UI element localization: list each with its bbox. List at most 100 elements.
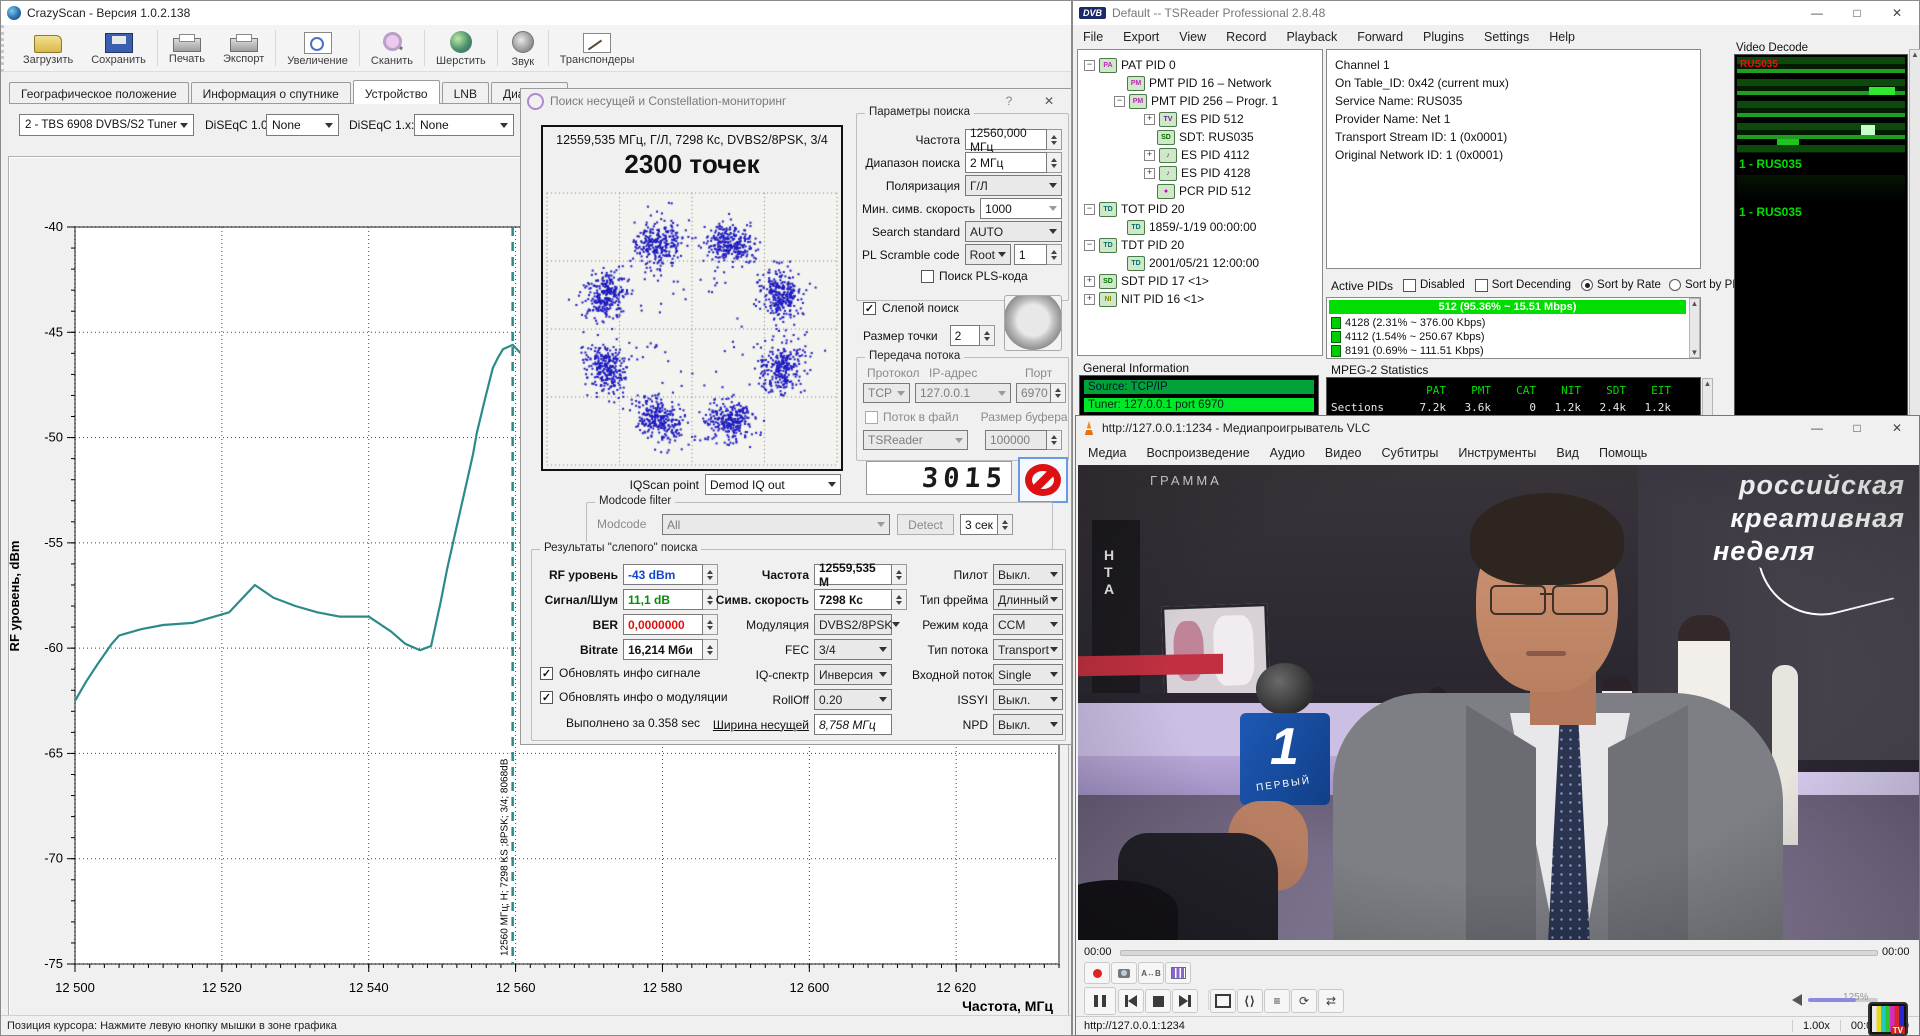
dot-size-spinner[interactable] <box>980 325 995 346</box>
detect-button[interactable]: Detect <box>897 514 954 535</box>
extended-settings-button[interactable]: ⟨⟩ <box>1237 989 1263 1013</box>
result-value-spin[interactable]: 11,1 dB <box>623 589 703 610</box>
result-value-dd[interactable]: Transport <box>993 639 1063 660</box>
dot-size-field[interactable]: 2 <box>950 325 980 346</box>
collapse-icon[interactable]: − <box>1114 96 1125 107</box>
menu-file[interactable]: File <box>1073 27 1113 47</box>
collapse-icon[interactable]: − <box>1084 240 1095 251</box>
minimize-button[interactable]: — <box>1797 6 1837 20</box>
pid-top-bar[interactable]: 512 (95.36% ~ 15.51 Mbps) <box>1329 300 1686 314</box>
vlc-menu-субтитры[interactable]: Субтитры <box>1371 443 1448 463</box>
tree-node[interactable]: +NINIT PID 16 <1> <box>1084 290 1204 308</box>
close-button[interactable]: ✕ <box>1877 421 1917 435</box>
vlc-rate[interactable]: 1.00x <box>1792 1020 1840 1032</box>
polar-select[interactable]: Г/Л <box>965 175 1062 196</box>
detect-interval-field[interactable]: 3 сек <box>960 514 998 535</box>
detect-interval-spinner[interactable] <box>998 514 1013 535</box>
buffer-field[interactable]: 100000 <box>985 430 1047 450</box>
pls-mode-select[interactable]: Root <box>965 244 1011 265</box>
tab-устройство[interactable]: Устройство <box>353 80 440 104</box>
stream-to-file-checkbox[interactable] <box>865 411 878 424</box>
tree-node[interactable]: −TDTDT PID 20 <box>1084 236 1184 254</box>
vlc-menu-медиа[interactable]: Медиа <box>1078 443 1136 463</box>
result-value-dd[interactable]: Выкл. <box>993 714 1063 735</box>
vlc-menu-помощь[interactable]: Помощь <box>1589 443 1657 463</box>
pls-value-field[interactable]: 1 <box>1014 244 1047 265</box>
range-field[interactable]: 2 МГц <box>965 152 1047 173</box>
tree-node[interactable]: −PMPMT PID 256 – Progr. 1 <box>1114 92 1278 110</box>
collapse-icon[interactable]: − <box>1084 204 1095 215</box>
checkbox[interactable]: ✓ <box>540 667 553 680</box>
pid-row[interactable]: 8191 (0.69% ~ 111.51 Kbps) <box>1329 344 1484 358</box>
menu-help[interactable]: Help <box>1539 27 1585 47</box>
protocol-select[interactable]: TCP <box>863 383 910 403</box>
result-spinner[interactable] <box>892 564 907 585</box>
vlc-menu-аудио[interactable]: Аудио <box>1260 443 1315 463</box>
stop-button[interactable] <box>1145 989 1171 1013</box>
pid-filter-checkbox[interactable] <box>1403 279 1416 292</box>
port-field[interactable]: 6970 <box>1016 383 1051 403</box>
tree-node[interactable]: −TDTOT PID 20 <box>1084 200 1185 218</box>
seek-slider[interactable] <box>1120 950 1878 956</box>
result-value-dd[interactable]: 0.20 <box>814 689 892 710</box>
result-value-field[interactable]: 8,758 МГц <box>814 714 892 735</box>
result-value-dd[interactable]: Single <box>993 664 1063 685</box>
tree-node[interactable]: TD2001/05/21 12:00:00 <box>1114 254 1259 272</box>
stop-icon-button[interactable] <box>1018 457 1068 503</box>
result-value-dd[interactable]: DVBS2/8PSK <box>814 614 892 635</box>
checkbox[interactable]: ✓ <box>540 691 553 704</box>
minsr-combo[interactable]: 1000 <box>980 198 1062 219</box>
pid-sort-radio[interactable] <box>1581 279 1593 291</box>
menu-view[interactable]: View <box>1169 27 1216 47</box>
result-value-dd[interactable]: Выкл. <box>993 689 1063 710</box>
menu-record[interactable]: Record <box>1216 27 1276 47</box>
collapse-icon[interactable]: − <box>1084 60 1095 71</box>
freq-spinner[interactable] <box>1047 129 1062 150</box>
close-button[interactable]: ✕ <box>1029 94 1069 108</box>
iqscan-select[interactable]: Demod IQ out <box>705 474 841 495</box>
result-value-spin[interactable]: 12559,535 М <box>814 564 892 585</box>
loop-button[interactable]: ⟳ <box>1291 989 1317 1013</box>
loop-ab-button[interactable]: A↔B <box>1138 962 1164 984</box>
menu-settings[interactable]: Settings <box>1474 27 1539 47</box>
result-value-dd[interactable]: Длинный <box>993 589 1063 610</box>
tree-node[interactable]: PMPMT PID 16 – Network <box>1114 74 1271 92</box>
maximize-button[interactable]: □ <box>1837 6 1877 20</box>
menu-forward[interactable]: Forward <box>1347 27 1413 47</box>
expand-icon[interactable]: + <box>1144 114 1155 125</box>
vlc-menu-вид[interactable]: Вид <box>1546 443 1589 463</box>
close-button[interactable]: ✕ <box>1877 6 1917 20</box>
result-value-dd[interactable]: Инверсия <box>814 664 892 685</box>
record-button[interactable] <box>1084 962 1110 984</box>
expand-icon[interactable]: + <box>1144 150 1155 161</box>
result-value-spin[interactable]: -43 dBm <box>623 564 703 585</box>
video-decode-scrollbar[interactable]: ▲▼ <box>1909 49 1920 431</box>
tree-node[interactable]: SDSDT: RUS035 <box>1144 128 1254 146</box>
tree-node[interactable]: TD1859/-1/19 00:00:00 <box>1114 218 1256 236</box>
vlc-menu-видео[interactable]: Видео <box>1315 443 1372 463</box>
result-value-spin[interactable]: 7298 Кс <box>814 589 892 610</box>
port-spinner[interactable] <box>1051 383 1066 403</box>
result-value-dd[interactable]: Выкл. <box>993 564 1063 585</box>
play-pause-button[interactable] <box>1084 987 1116 1015</box>
tree-node[interactable]: +SDSDT PID 17 <1> <box>1084 272 1209 290</box>
result-value-spin[interactable]: 0,0000000 <box>623 614 703 635</box>
result-value-dd[interactable]: CCM <box>993 614 1063 635</box>
expand-icon[interactable]: + <box>1084 276 1095 287</box>
expand-icon[interactable]: + <box>1144 168 1155 179</box>
shuffle-button[interactable]: ⇄ <box>1318 989 1344 1013</box>
help-button[interactable]: ? <box>989 94 1029 108</box>
result-spinner[interactable] <box>892 589 907 610</box>
maximize-button[interactable]: □ <box>1837 421 1877 435</box>
frame-button[interactable] <box>1165 962 1191 984</box>
ip-select[interactable]: 127.0.0.1 <box>915 383 1011 403</box>
video-area[interactable]: российская креативная неделя ГРАММА НТА <box>1078 465 1919 940</box>
pid-row[interactable]: 4112 (1.54% ~ 250.67 Kbps) <box>1329 330 1485 344</box>
vlc-menu-воспроизведение[interactable]: Воспроизведение <box>1136 443 1259 463</box>
pid-row[interactable]: 4128 (2.31% ~ 376.00 Kbps) <box>1329 316 1485 330</box>
playlist-button[interactable]: ≡ <box>1264 989 1290 1013</box>
reader-select[interactable]: TSReader <box>863 430 968 450</box>
vlc-menu-инструменты[interactable]: Инструменты <box>1448 443 1546 463</box>
expand-icon[interactable]: + <box>1084 294 1095 305</box>
pls-spinner[interactable] <box>1047 244 1062 265</box>
